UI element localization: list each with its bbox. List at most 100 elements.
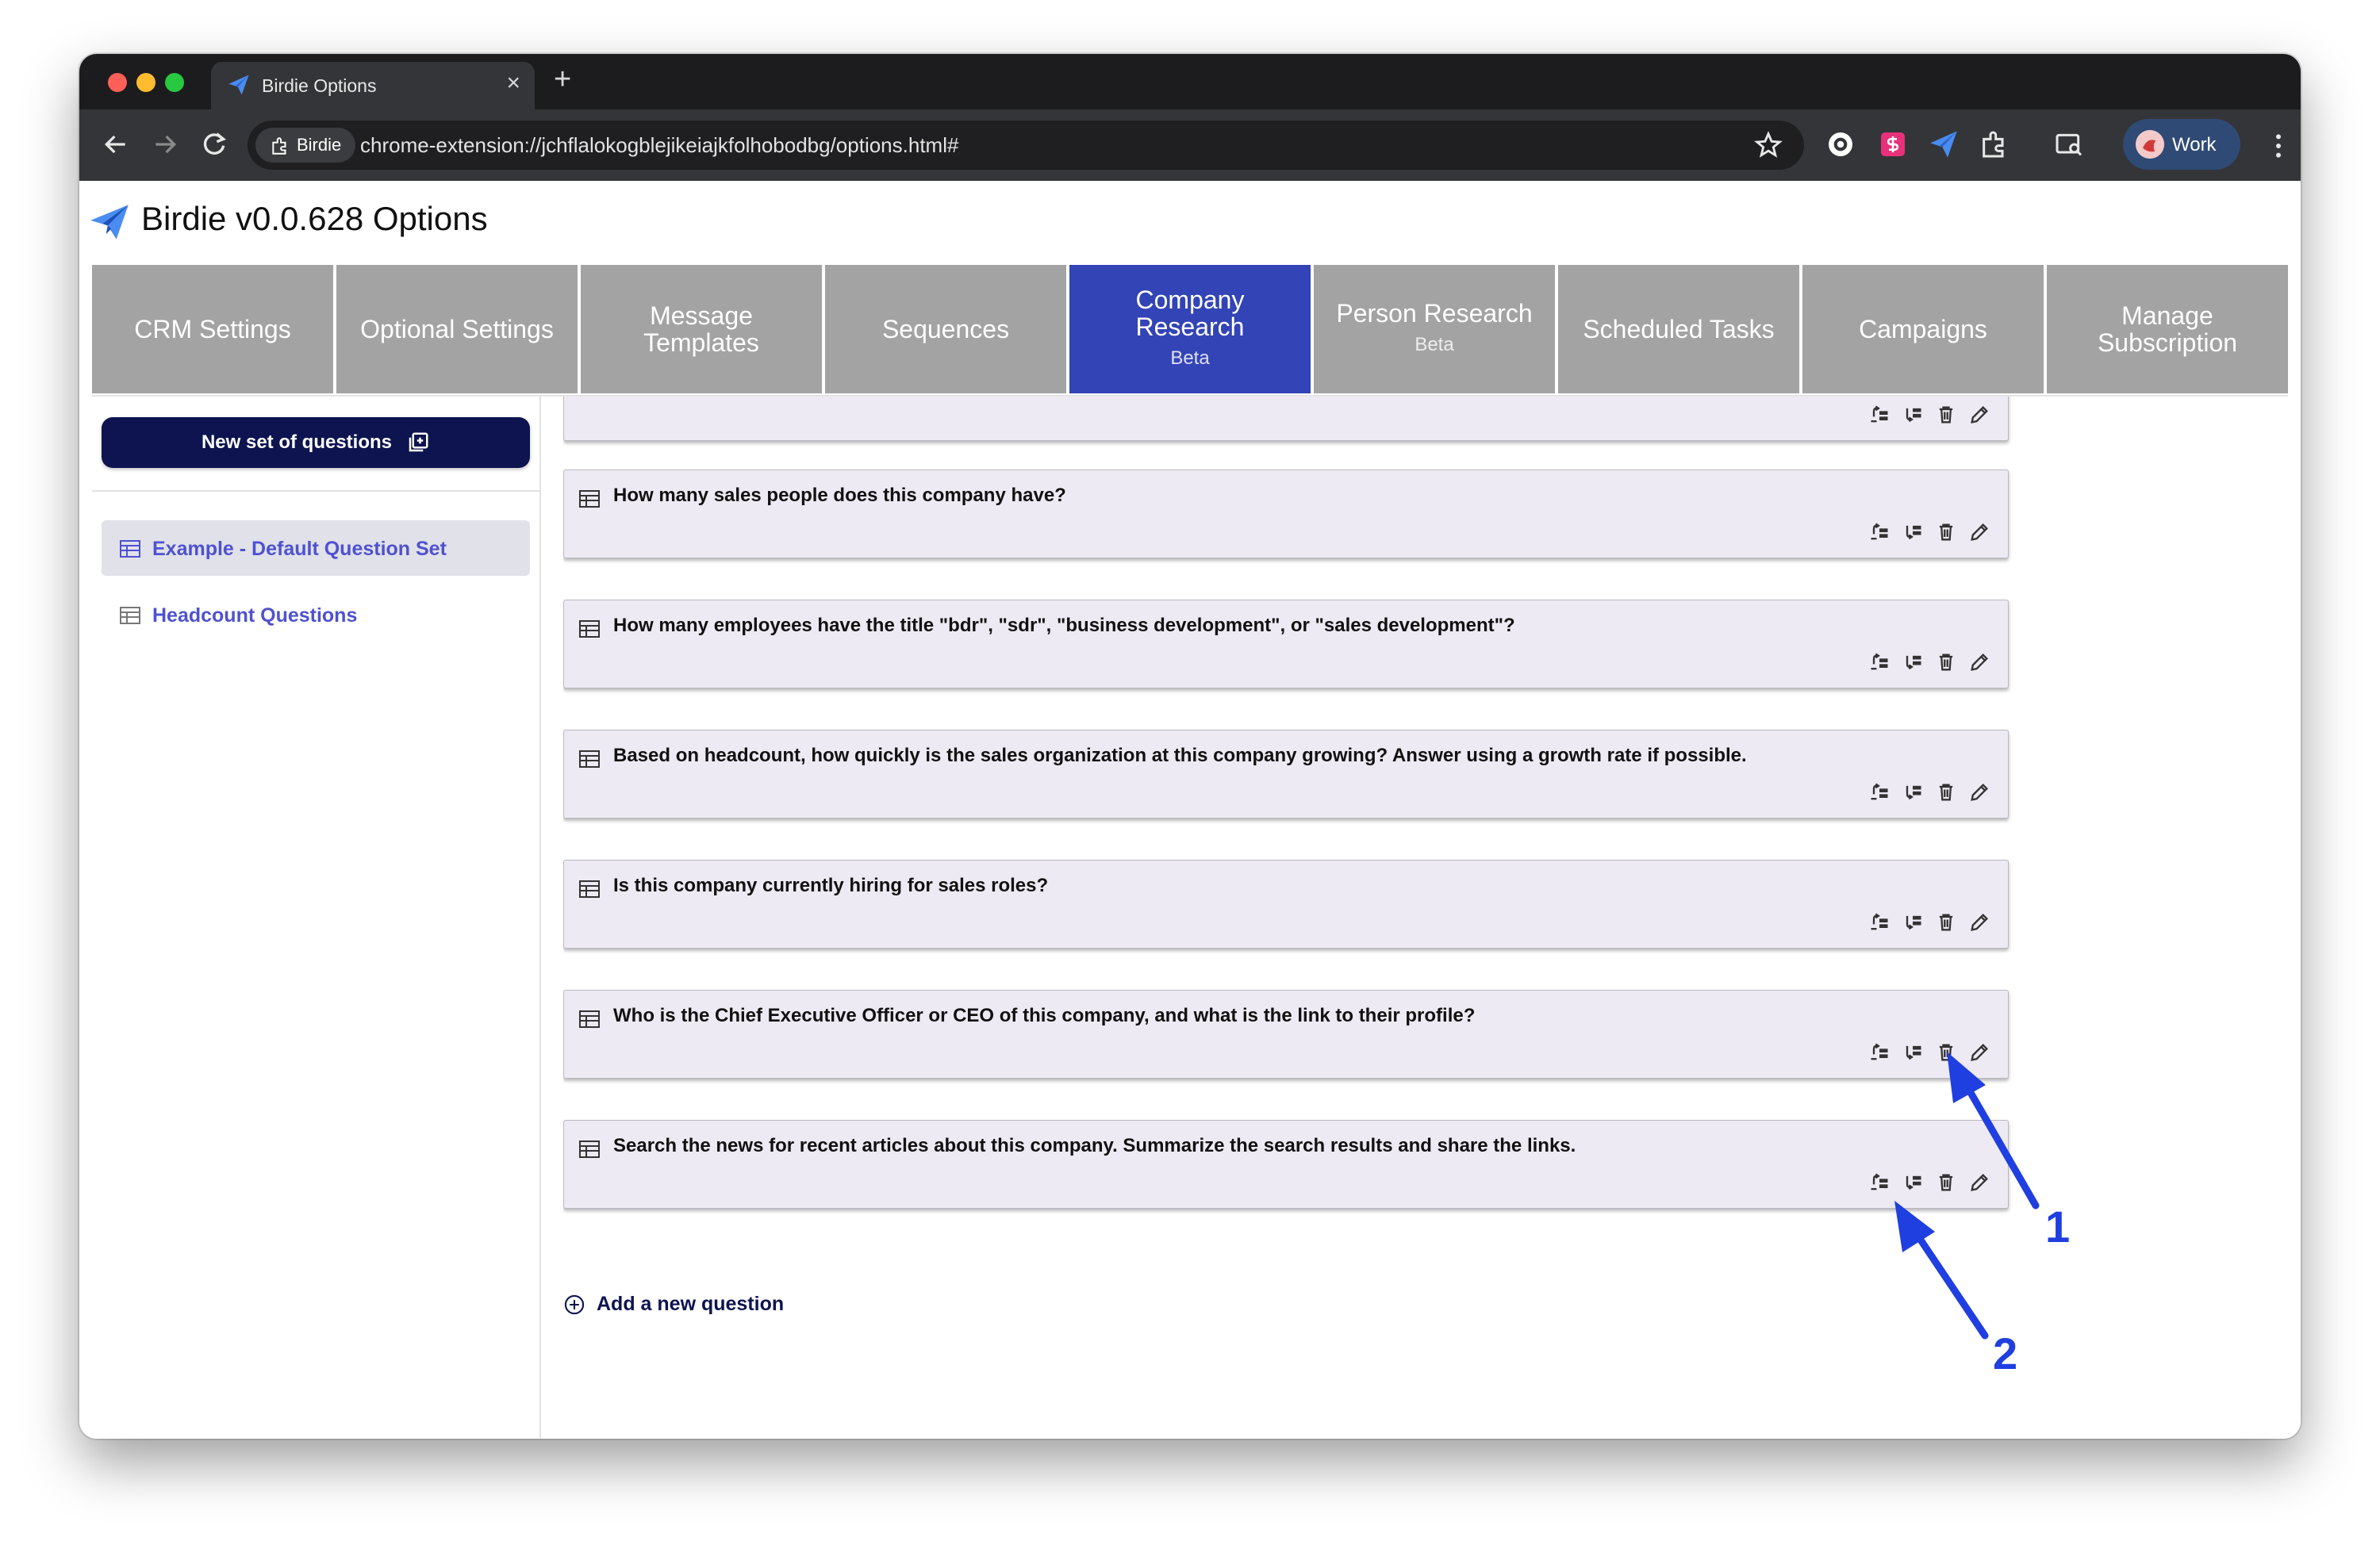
question-text: How many employees have the title "bdr",…: [613, 615, 1515, 636]
avatar-bird-icon: [2136, 130, 2164, 159]
move-up-icon[interactable]: [1868, 1171, 1891, 1194]
options-page: Birdie v0.0.628 Options CRM Settings Opt…: [79, 181, 2301, 1439]
settings-tabs: CRM Settings Optional Settings Message T…: [92, 265, 2288, 393]
tab-campaigns[interactable]: Campaigns: [1802, 265, 2044, 393]
zoom-window-button[interactable]: [165, 73, 184, 92]
browser-tab[interactable]: Birdie Options ×: [211, 62, 535, 109]
new-tab-button[interactable]: +: [554, 63, 571, 95]
tab-scheduled-tasks[interactable]: Scheduled Tasks: [1558, 265, 1799, 393]
trash-icon[interactable]: [1935, 521, 1957, 543]
tab-label: Message Templates: [643, 301, 759, 357]
tab-crm-settings[interactable]: CRM Settings: [92, 265, 333, 393]
trash-icon[interactable]: [1935, 651, 1957, 673]
copy-add-icon: [409, 432, 428, 452]
move-down-icon[interactable]: [1902, 781, 1924, 803]
move-down-icon[interactable]: [1902, 1041, 1924, 1064]
pencil-icon[interactable]: [1968, 651, 1990, 673]
profile-label: Work: [2172, 134, 2217, 155]
question-text: Is this company currently hiring for sal…: [613, 875, 1049, 896]
move-up-icon[interactable]: [1868, 404, 1891, 426]
tab-manage-subscription[interactable]: Manage Subscription: [2047, 265, 2288, 393]
pencil-icon[interactable]: [1968, 521, 1990, 543]
question-card: [563, 397, 2009, 441]
move-up-icon[interactable]: [1868, 1041, 1891, 1064]
move-down-icon[interactable]: [1902, 521, 1924, 543]
question-set-label: Example - Default Question Set: [152, 538, 447, 560]
question-set-label: Headcount Questions: [152, 604, 358, 627]
question-card: Who is the Chief Executive Officer or CE…: [563, 990, 2009, 1079]
move-down-icon[interactable]: [1902, 651, 1924, 673]
bookmark-star-icon[interactable]: [1753, 130, 1783, 160]
tab-strip: Birdie Options × +: [79, 54, 2301, 109]
question-card: Search the news for recent articles abou…: [563, 1120, 2009, 1209]
reload-icon[interactable]: [198, 128, 230, 160]
tab-close-icon[interactable]: ×: [506, 71, 520, 95]
move-down-icon[interactable]: [1902, 1171, 1924, 1194]
question-sets-sidebar: New set of questions Example - Default Q…: [79, 397, 541, 1439]
add-question-link[interactable]: Add a new question: [563, 1293, 784, 1316]
kebab-menu-icon[interactable]: [2263, 130, 2294, 162]
profile-button[interactable]: Work: [2123, 119, 2240, 170]
site-chip-label: Birdie: [297, 135, 342, 155]
url-text[interactable]: chrome-extension://jchflalokogblejikeiaj…: [360, 133, 958, 158]
tab-label: Scheduled Tasks: [1583, 315, 1775, 343]
extension-dollar-icon[interactable]: [1877, 128, 1909, 160]
address-bar[interactable]: Birdie chrome-extension://jchflalokogble…: [248, 121, 1804, 170]
table-list-icon: [579, 880, 600, 898]
site-chip[interactable]: Birdie: [255, 128, 356, 163]
birdie-logo-icon: [90, 205, 129, 240]
question-actions: [1868, 521, 1990, 543]
pencil-icon[interactable]: [1968, 781, 1990, 803]
pencil-icon[interactable]: [1968, 1041, 1990, 1064]
pencil-icon[interactable]: [1968, 1171, 1990, 1194]
birdie-extension-icon[interactable]: [1928, 128, 1960, 160]
tab-optional-settings[interactable]: Optional Settings: [336, 265, 578, 393]
trash-icon[interactable]: [1935, 911, 1957, 934]
tab-company-research[interactable]: Company Research Beta: [1069, 265, 1311, 393]
minimize-window-button[interactable]: [136, 73, 155, 92]
extensions-puzzle-icon[interactable]: [1979, 128, 2010, 160]
move-up-icon[interactable]: [1868, 911, 1891, 934]
question-set-item[interactable]: Headcount Questions: [102, 587, 530, 642]
question-card: How many employees have the title "bdr",…: [563, 600, 2009, 688]
forward-arrow-icon[interactable]: [149, 128, 181, 160]
question-card: Is this company currently hiring for sal…: [563, 860, 2009, 949]
move-up-icon[interactable]: [1868, 651, 1891, 673]
question-list: How many sales people does this company …: [563, 397, 2293, 1439]
move-down-icon[interactable]: [1902, 911, 1924, 934]
back-arrow-icon[interactable]: [100, 128, 132, 160]
close-window-button[interactable]: [108, 73, 127, 92]
add-question-label: Add a new question: [597, 1293, 785, 1315]
trash-icon[interactable]: [1935, 781, 1957, 803]
question-card: How many sales people does this company …: [563, 470, 2009, 558]
pencil-icon[interactable]: [1968, 404, 1990, 426]
table-list-icon: [579, 750, 600, 768]
move-up-icon[interactable]: [1868, 781, 1891, 803]
question-actions: [1868, 781, 1990, 803]
annotation-label-2: 2: [1993, 1328, 2018, 1378]
table-list-icon: [579, 490, 600, 508]
tab-search-icon[interactable]: [2053, 128, 2085, 160]
tab-person-research[interactable]: Person Research Beta: [1314, 265, 1555, 393]
move-up-icon[interactable]: [1868, 521, 1891, 543]
tab-label: CRM Settings: [134, 315, 291, 343]
trash-icon[interactable]: [1935, 1171, 1957, 1194]
move-down-icon[interactable]: [1902, 404, 1924, 426]
question-text: Search the news for recent articles abou…: [613, 1135, 1576, 1156]
tab-label: Person Research: [1336, 299, 1533, 328]
tab-message-templates[interactable]: Message Templates: [581, 265, 822, 393]
table-list-icon: [579, 620, 600, 638]
tab-label: Company Research: [1135, 286, 1245, 341]
question-set-item[interactable]: Example - Default Question Set: [102, 520, 530, 576]
extension-circle-icon[interactable]: [1825, 128, 1856, 160]
page-title: Birdie v0.0.628 Options: [141, 200, 488, 237]
trash-icon[interactable]: [1935, 1041, 1957, 1064]
question-actions: [1868, 911, 1990, 934]
pencil-icon[interactable]: [1968, 911, 1990, 934]
sidebar-divider: [92, 490, 539, 492]
new-question-set-label: New set of questions: [201, 431, 393, 453]
new-question-set-button[interactable]: New set of questions: [102, 417, 530, 468]
trash-icon[interactable]: [1935, 404, 1957, 426]
tab-sequences[interactable]: Sequences: [825, 265, 1066, 393]
annotation-label-1: 1: [2045, 1202, 2071, 1252]
